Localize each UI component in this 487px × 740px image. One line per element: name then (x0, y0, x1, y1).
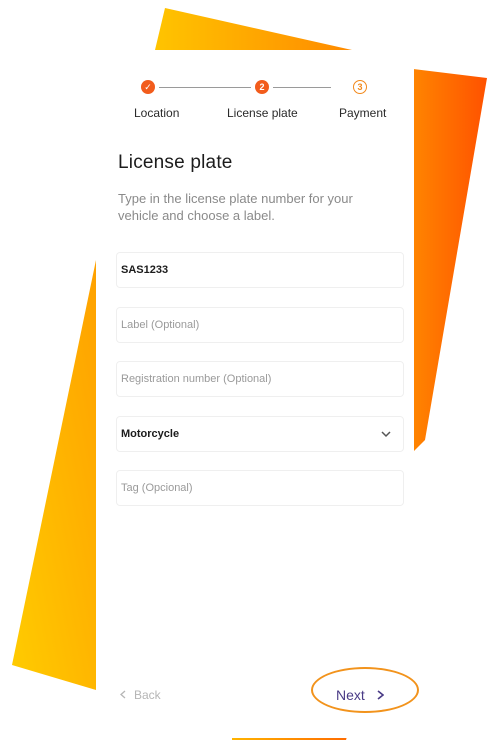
vehicle-type-value: Motorcycle (121, 428, 180, 440)
next-button-highlight-ring (311, 667, 419, 713)
label-field[interactable] (116, 307, 404, 343)
step-label-license-plate: License plate (227, 106, 298, 120)
chevron-down-icon (381, 429, 391, 439)
license-plate-field[interactable] (116, 252, 404, 288)
step-label-payment: Payment (339, 106, 387, 120)
stepper-connector (159, 87, 251, 88)
step-license-plate-marker: 2 (255, 80, 269, 94)
step-payment-marker: 3 (353, 80, 367, 94)
page-title: License plate (118, 152, 233, 173)
page-subtitle: Type in the license plate number for you… (118, 191, 353, 223)
back-button[interactable]: Back (120, 688, 161, 702)
step-label-location: Location (134, 106, 180, 120)
progress-stepper: ✓ 2 3 Location License plate Payment (96, 80, 414, 124)
deco-right-shard (405, 68, 487, 460)
deco-left-shard (12, 260, 96, 690)
license-plate-card: ✓ 2 3 Location License plate Payment Lic… (96, 52, 419, 738)
label-input[interactable] (121, 319, 391, 331)
license-plate-input[interactable] (121, 264, 391, 276)
tag-input[interactable] (121, 482, 391, 494)
back-label: Back (134, 688, 161, 702)
tag-field[interactable] (116, 470, 404, 506)
chevron-left-icon (120, 688, 126, 702)
registration-number-field[interactable] (116, 361, 404, 397)
deco-top-shard (155, 8, 352, 50)
vehicle-type-select[interactable]: Motorcycle (116, 416, 404, 452)
step-location-check-icon: ✓ (141, 80, 155, 94)
registration-number-input[interactable] (121, 373, 391, 385)
stepper-connector (273, 87, 331, 88)
